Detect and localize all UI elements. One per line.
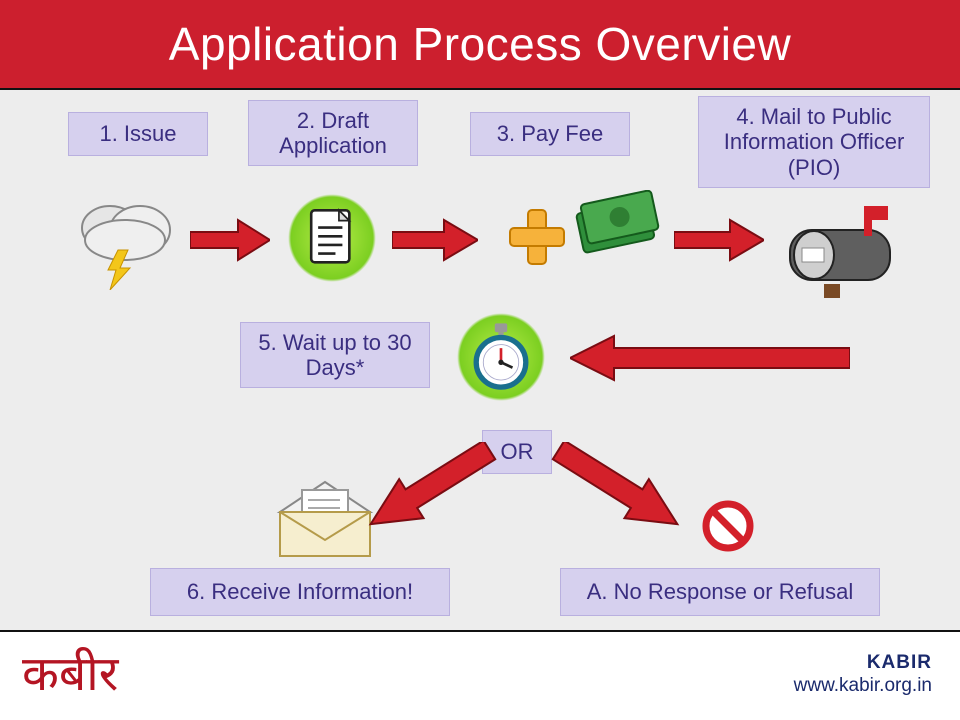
arrow-3-4 [674,218,764,262]
no-entry-icon [700,498,756,554]
step-5-box: 5. Wait up to 30 Days* [240,322,430,388]
arrow-2-3 [392,218,478,262]
footer-logo: कबीर [22,651,118,699]
footer-brand: KABIR [794,652,932,675]
fee-icon [500,190,660,290]
document-icon [282,188,382,288]
step-2-box: 2. Draft Application [248,100,418,166]
step-3-box: 3. Pay Fee [470,112,630,156]
mailbox-icon [780,200,910,300]
step-4-box: 4. Mail to Public Information Officer (P… [698,96,930,188]
arrow-or-left [360,442,500,532]
footer-org: KABIR www.kabir.org.in [794,652,932,698]
title-bar: Application Process Overview [0,0,960,90]
diagram-canvas: 1. Issue 2. Draft Application 3. Pay Fee… [0,90,960,630]
footer: कबीर KABIR www.kabir.org.in [0,630,960,720]
step-1-box: 1. Issue [68,112,208,156]
page-title: Application Process Overview [169,17,791,71]
arrow-1-2 [190,218,270,262]
stopwatch-icon [446,302,556,412]
step-6-box: 6. Receive Information! [150,568,450,616]
storm-cloud-icon [70,190,180,290]
arrow-4-5 [570,334,850,382]
step-A-box: A. No Response or Refusal [560,568,880,616]
arrow-or-right [548,442,688,532]
footer-url: www.kabir.org.in [794,675,932,698]
